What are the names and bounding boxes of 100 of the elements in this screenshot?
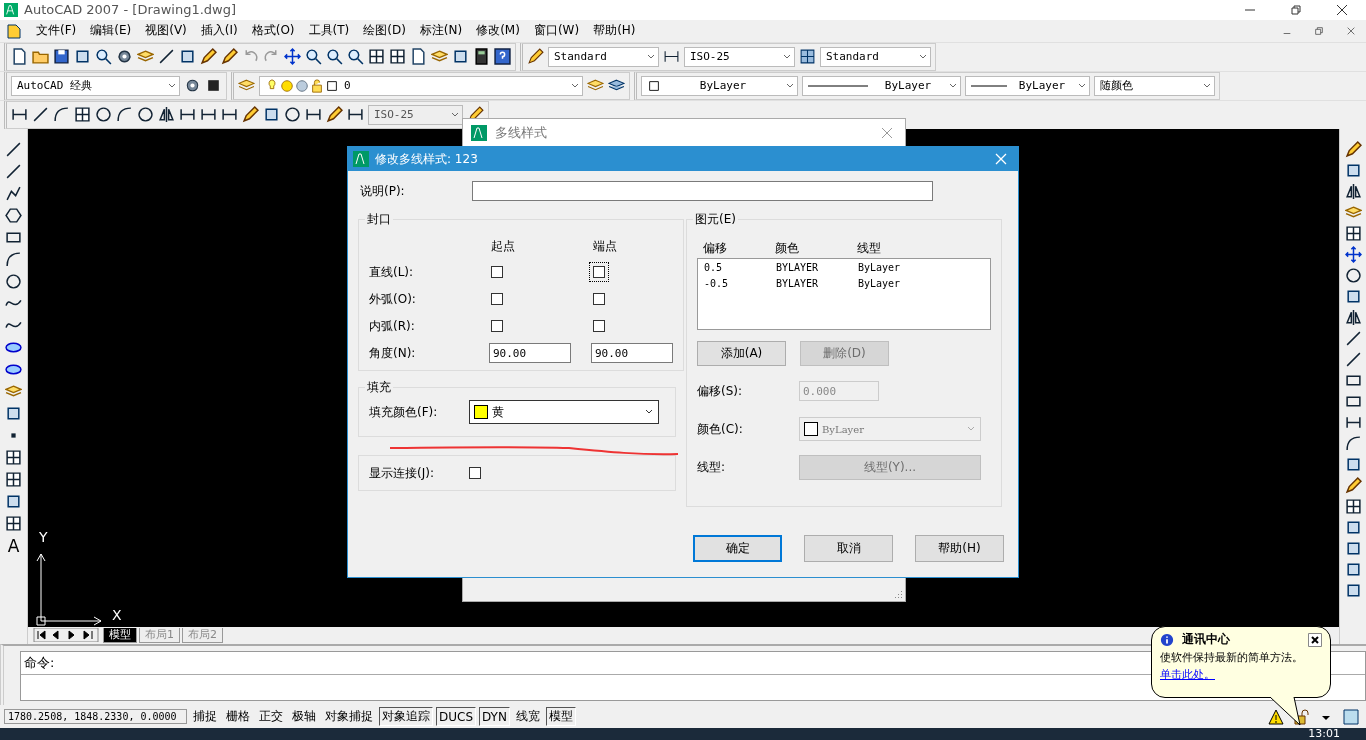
status-toggle[interactable]: DUCS bbox=[436, 707, 477, 727]
pen-icon[interactable] bbox=[1344, 140, 1362, 158]
dialog-button[interactable]: 帮助(H) bbox=[915, 535, 1004, 562]
menu-item[interactable]: 编辑(E) bbox=[90, 22, 132, 40]
square-icon[interactable] bbox=[1344, 287, 1362, 305]
move-icon[interactable] bbox=[1344, 245, 1362, 263]
dimension-style-dropdown[interactable]: ISO-25 bbox=[684, 46, 795, 67]
menu-item[interactable]: 绘图(D) bbox=[363, 22, 406, 40]
text-tool[interactable]: A bbox=[7, 536, 20, 555]
resize-grip-icon[interactable] bbox=[893, 589, 903, 599]
line-icon[interactable] bbox=[1344, 329, 1362, 347]
menu-item[interactable]: 帮助(H) bbox=[593, 22, 636, 40]
dialog-button[interactable]: 取消 bbox=[804, 535, 893, 562]
status-toggle[interactable]: DYN bbox=[479, 707, 510, 727]
restore-icon[interactable] bbox=[1314, 25, 1324, 36]
square-icon[interactable] bbox=[1344, 518, 1362, 536]
workspace-dropdown[interactable]: AutoCAD 经典 bbox=[11, 75, 180, 96]
color-dropdown[interactable]: ByLayer bbox=[641, 75, 798, 96]
menu-item[interactable]: 标注(N) bbox=[419, 22, 463, 40]
checkbox[interactable] bbox=[593, 320, 605, 332]
pen-icon[interactable] bbox=[326, 106, 343, 124]
move-icon[interactable] bbox=[284, 48, 301, 66]
grid-icon[interactable] bbox=[5, 514, 22, 532]
layers-icon[interactable] bbox=[5, 382, 22, 400]
balloon-link[interactable]: 单击此处。 bbox=[1160, 667, 1322, 682]
table-style-dropdown[interactable]: Standard bbox=[820, 46, 931, 67]
layout-tab[interactable]: 模型 bbox=[103, 627, 137, 643]
pen-icon[interactable] bbox=[200, 48, 217, 66]
plot-style-dropdown[interactable]: 随颜色 bbox=[1094, 75, 1215, 96]
square-icon[interactable] bbox=[74, 48, 91, 66]
line-icon[interactable] bbox=[32, 106, 49, 124]
pen-icon[interactable] bbox=[527, 48, 544, 66]
lineweight-dropdown[interactable]: ByLayer bbox=[965, 75, 1090, 96]
pen-icon[interactable] bbox=[242, 106, 259, 124]
tab-navigation-icon[interactable] bbox=[31, 628, 101, 643]
polyline-icon[interactable] bbox=[5, 184, 22, 202]
angle-field[interactable]: 90.00 bbox=[591, 343, 673, 363]
zoom-icon[interactable] bbox=[95, 48, 112, 66]
document-icon[interactable] bbox=[410, 48, 427, 66]
menu-item[interactable]: 修改(M) bbox=[476, 22, 520, 40]
close-icon[interactable] bbox=[1336, 3, 1348, 16]
zoom-icon[interactable] bbox=[305, 48, 322, 66]
angle-field[interactable]: 90.00 bbox=[489, 343, 571, 363]
clean-screen-icon[interactable] bbox=[1343, 708, 1359, 725]
menu-item[interactable]: 格式(O) bbox=[251, 22, 295, 40]
hexagon-icon[interactable] bbox=[5, 206, 22, 224]
mirror-icon[interactable] bbox=[1344, 182, 1362, 200]
line-icon[interactable] bbox=[5, 140, 22, 158]
checkbox[interactable] bbox=[593, 293, 605, 305]
menu-item[interactable]: 文件(F) bbox=[36, 22, 77, 40]
status-toggle[interactable]: 对象追踪 bbox=[379, 707, 433, 727]
grid-icon[interactable] bbox=[1344, 497, 1362, 515]
grid-icon[interactable] bbox=[74, 106, 91, 124]
arc-icon[interactable] bbox=[1344, 434, 1362, 452]
grid-icon[interactable] bbox=[5, 448, 22, 466]
menu-item[interactable]: 插入(I) bbox=[200, 22, 238, 40]
checkbox[interactable] bbox=[491, 266, 503, 278]
document-icon[interactable] bbox=[6, 22, 22, 39]
square-icon[interactable] bbox=[1344, 539, 1362, 557]
layer-dropdown[interactable]: 0 bbox=[259, 75, 583, 96]
line-icon[interactable] bbox=[5, 162, 22, 180]
grid-icon[interactable] bbox=[1344, 224, 1362, 242]
grid-icon[interactable] bbox=[368, 48, 385, 66]
warning-icon[interactable] bbox=[1268, 708, 1284, 725]
square-icon[interactable] bbox=[5, 492, 22, 510]
document-icon[interactable] bbox=[11, 48, 28, 66]
description-field[interactable] bbox=[472, 181, 933, 201]
status-toggle[interactable]: 模型 bbox=[545, 707, 576, 727]
mirror-icon[interactable] bbox=[158, 106, 175, 124]
dialog-button[interactable]: 确定 bbox=[693, 535, 782, 562]
fill-color-dropdown[interactable]: 黄 bbox=[469, 400, 659, 424]
line-icon[interactable] bbox=[1344, 350, 1362, 368]
grid-icon[interactable] bbox=[389, 48, 406, 66]
menu-item[interactable]: 工具(T) bbox=[308, 22, 350, 40]
layers-icon[interactable] bbox=[1344, 203, 1362, 221]
square-icon[interactable] bbox=[179, 48, 196, 66]
mirror-icon[interactable] bbox=[1344, 308, 1362, 326]
zoom-icon[interactable] bbox=[326, 48, 343, 66]
arc-icon[interactable] bbox=[116, 106, 133, 124]
square-icon[interactable] bbox=[452, 48, 469, 66]
square-icon[interactable] bbox=[1344, 560, 1362, 578]
menu-item[interactable]: 窗口(W) bbox=[533, 22, 580, 40]
linetype-dropdown[interactable]: ByLayer bbox=[802, 75, 961, 96]
calculator-icon[interactable] bbox=[473, 48, 490, 66]
checkbox[interactable] bbox=[491, 320, 503, 332]
dimension-style-dropdown[interactable]: ISO-25 bbox=[368, 104, 463, 125]
close-icon[interactable] bbox=[1308, 632, 1322, 647]
add-button[interactable]: 添加(A) bbox=[697, 341, 786, 366]
square-icon[interactable] bbox=[263, 106, 280, 124]
pen-icon[interactable] bbox=[221, 48, 238, 66]
square-icon[interactable] bbox=[1344, 581, 1362, 599]
zoom-icon[interactable] bbox=[347, 48, 364, 66]
square-icon[interactable] bbox=[1344, 161, 1362, 179]
menu-item[interactable]: 视图(V) bbox=[145, 22, 187, 40]
line-icon[interactable] bbox=[158, 48, 175, 66]
arc-icon[interactable] bbox=[5, 250, 22, 268]
help-icon[interactable] bbox=[494, 48, 511, 66]
checkbox[interactable] bbox=[491, 293, 503, 305]
restore-icon[interactable] bbox=[1290, 3, 1302, 16]
arc-icon[interactable] bbox=[53, 106, 70, 124]
